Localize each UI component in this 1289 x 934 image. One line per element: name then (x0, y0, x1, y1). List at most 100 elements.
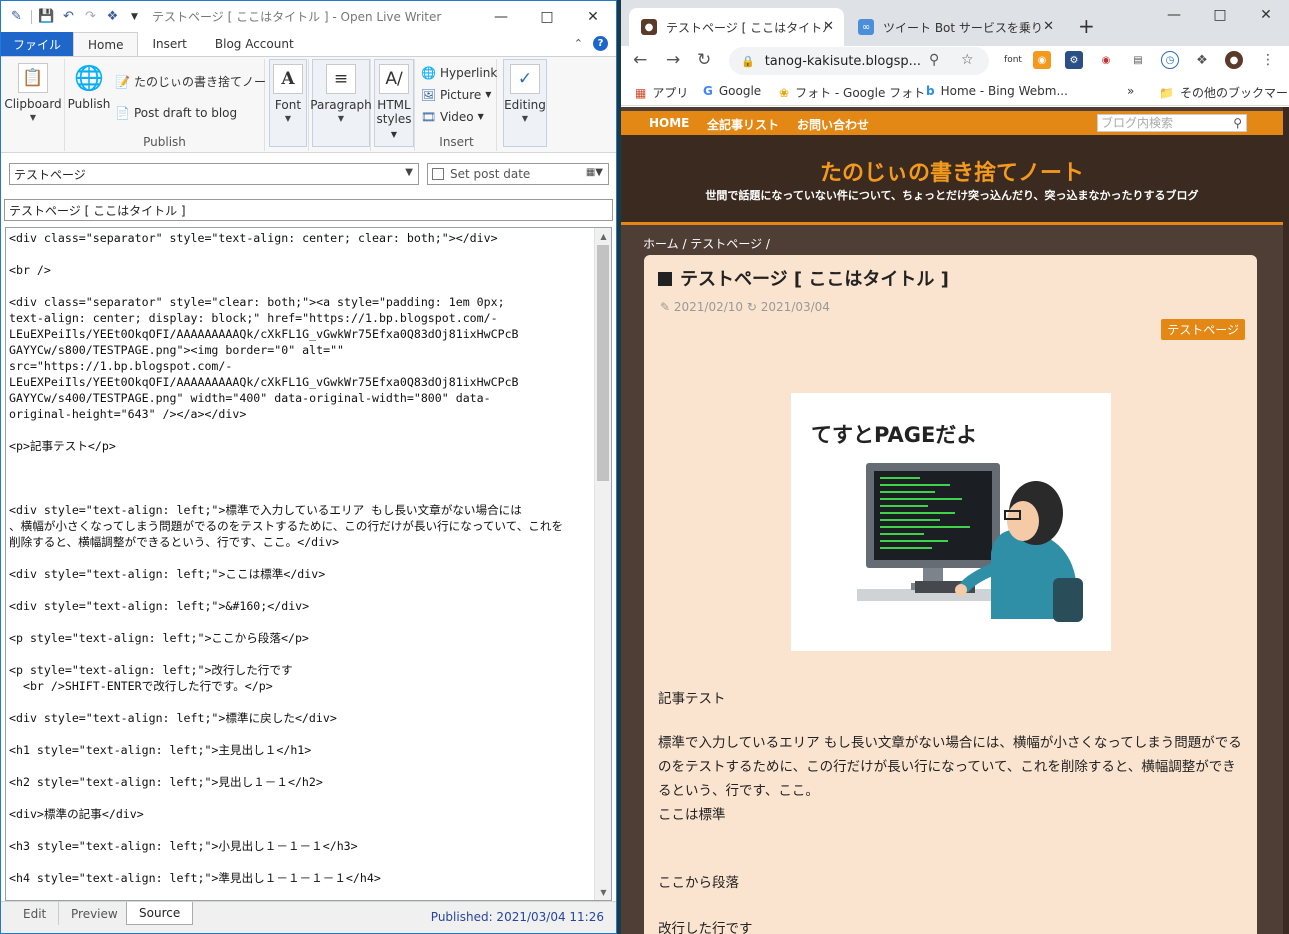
source-line[interactable]: <div class="separator" style="clear: bot… (9, 294, 594, 310)
breadcrumb[interactable]: ホーム / テストページ / (643, 235, 770, 252)
source-line[interactable] (9, 246, 594, 262)
profile-avatar-icon[interactable]: ● (1225, 51, 1243, 69)
maximize-icon[interactable]: □ (524, 1, 570, 32)
source-line[interactable] (9, 486, 594, 502)
post-draft-button[interactable]: 📄 Post draft to blog (115, 105, 237, 120)
publish-options-icon[interactable]: ❖ (105, 9, 120, 24)
video-button[interactable]: 🎞 Video ▼ (421, 109, 484, 124)
category-select[interactable]: テストページ ▼ (9, 163, 419, 185)
publish-button[interactable]: 🌐 Publish (68, 63, 111, 111)
source-line[interactable]: <br />SHIFT-ENTERで改行した行です。</p> (9, 678, 594, 694)
redo-icon[interactable]: ↷ (83, 9, 98, 24)
bookmark-google[interactable]: G Google (703, 84, 761, 98)
bookmark-other[interactable]: 📁 その他のブックマーク (1159, 84, 1289, 101)
source-line[interactable] (9, 726, 594, 742)
new-tab-icon[interactable]: + (1078, 14, 1095, 38)
set-post-date-checkbox[interactable] (432, 168, 444, 180)
source-line[interactable]: original-height="643" /></a></div> (9, 406, 594, 422)
source-line[interactable] (9, 694, 594, 710)
settings-extension-icon[interactable]: ⚙ (1065, 51, 1083, 69)
minimize-icon[interactable]: — (1151, 0, 1197, 30)
source-line[interactable]: <h3 style="text-align: left;">小見出し１－１－１<… (9, 838, 594, 854)
tab-insert[interactable]: Insert (138, 32, 200, 56)
close-icon[interactable]: ✕ (570, 1, 616, 32)
source-line[interactable] (9, 646, 594, 662)
bookmark-apps[interactable]: ▦ アプリ (635, 84, 688, 101)
bookmark-star-icon[interactable]: ☆ (961, 52, 974, 68)
bookmark-bing[interactable]: b Home - Bing Webm... (926, 84, 1068, 98)
source-line[interactable]: <div>標準の記事</div> (9, 806, 594, 822)
tab-file[interactable]: ファイル (1, 32, 74, 56)
close-icon[interactable]: ✕ (1243, 0, 1289, 30)
post-image[interactable]: てすとPAGEだよ (791, 393, 1111, 651)
source-editor[interactable]: <div class="separator" style="text-align… (5, 227, 612, 901)
source-scrollbar[interactable]: ▲ ▼ (594, 228, 611, 900)
source-line[interactable]: <p>記事テスト</p> (9, 438, 594, 454)
source-line[interactable] (9, 470, 594, 486)
blog-search-input[interactable]: ブログ内検索 ⚲ (1097, 114, 1247, 132)
source-line[interactable] (9, 614, 594, 630)
source-line[interactable]: <p style="text-align: left;">ここから段落</p> (9, 630, 594, 646)
paragraph-button[interactable]: ≡ Paragraph ▼ (310, 59, 372, 147)
source-line[interactable]: src="https://1.bp.blogspot.com/- (9, 358, 594, 374)
rss-extension-icon[interactable]: ◉ (1033, 51, 1051, 69)
minimize-icon[interactable]: — (478, 1, 524, 32)
source-line[interactable] (9, 550, 594, 566)
html-styles-button[interactable]: A∕ HTML styles ▼ (374, 59, 414, 147)
source-line[interactable]: <h4 style="text-align: left;">準見出し１－１－１－… (9, 870, 594, 886)
set-post-date-field[interactable]: Set post date ▦▼ (427, 163, 609, 185)
tab-blog-account[interactable]: Blog Account (201, 32, 308, 56)
zoom-icon[interactable]: ⚲ (929, 52, 939, 68)
scroll-up-icon[interactable]: ▲ (595, 228, 611, 244)
save-icon[interactable]: 💾 (38, 9, 54, 24)
address-bar[interactable]: 🔒 tanog-kakisute.blogsp... ⚲ ☆ (729, 47, 989, 75)
font-button[interactable]: A Font ▼ (269, 59, 307, 147)
url-text[interactable]: tanog-kakisute.blogsp... (765, 54, 925, 69)
source-line[interactable]: 削除すると、横幅調整ができるという、行です、ここ。</div> (9, 534, 594, 550)
menu-dots-icon[interactable]: ⋮ (1259, 51, 1277, 69)
tab-edit[interactable]: Edit (11, 902, 60, 925)
source-line[interactable] (9, 758, 594, 774)
source-text[interactable]: <div class="separator" style="text-align… (9, 230, 594, 886)
picture-button[interactable]: 🖼 Picture ▼ (421, 87, 492, 102)
editing-button[interactable]: ✓ Editing ▼ (503, 59, 547, 147)
tab-source[interactable]: Source (126, 902, 194, 925)
help-icon[interactable]: ? (593, 36, 608, 51)
calendar-icon[interactable]: ▦▼ (586, 167, 603, 178)
source-line[interactable]: <h2 style="text-align: left;">見出し１－１</h2… (9, 774, 594, 790)
source-line[interactable] (9, 822, 594, 838)
clipboard-button[interactable]: 📋 Clipboard ▼ (4, 63, 62, 122)
source-line[interactable]: LEuEXPeiIls/YEEt0OkqOFI/AAAAAAAAAQk/cXkF… (9, 326, 594, 342)
scroll-down-icon[interactable]: ▼ (595, 884, 611, 900)
nav-home-link[interactable]: HOME (649, 116, 689, 130)
back-icon[interactable]: ← (633, 50, 647, 70)
source-line[interactable] (9, 454, 594, 470)
post-title-input[interactable]: テストページ [ ここはタイトル ] (4, 199, 613, 221)
blog-title[interactable]: たのじぃの書き捨てノート (621, 155, 1283, 187)
source-line[interactable]: 、横幅が小さくなってしまう問題がでるのをテストするために、この行だけが長い行にな… (9, 518, 594, 534)
source-line[interactable]: <br /> (9, 262, 594, 278)
source-line[interactable]: <div style="text-align: left;">標準で入力している… (9, 502, 594, 518)
bookmarks-overflow-icon[interactable]: » (1127, 84, 1134, 98)
source-line[interactable] (9, 582, 594, 598)
source-line[interactable]: GAYYCw/s800/TESTPAGE.png"><img border="0… (9, 342, 594, 358)
search-icon[interactable]: ⚲ (1233, 115, 1242, 131)
bookmark-photos[interactable]: ❀ フォト - Google フォト (779, 84, 925, 101)
tab-home[interactable]: Home (73, 32, 139, 56)
maximize-icon[interactable]: □ (1197, 0, 1243, 30)
nav-contact-link[interactable]: お問い合わせ (797, 116, 869, 133)
clock-extension-icon[interactable]: ◷ (1161, 51, 1179, 69)
browser-tab-active[interactable]: ● テストページ [ ここはタイトル ]-たの ✕ (629, 8, 844, 46)
source-line[interactable]: LEuEXPeiIls/YEEt0OkqOFI/AAAAAAAAAQk/cXkF… (9, 374, 594, 390)
blog-select-button[interactable]: 📝 たのじぃの書き捨てノート ▼ (115, 73, 288, 90)
source-line[interactable] (9, 422, 594, 438)
source-line[interactable]: <div style="text-align: left;">ここは標準</di… (9, 566, 594, 582)
post-label-badge[interactable]: テストページ (1161, 319, 1245, 340)
source-line[interactable]: <div style="text-align: left;">標準に戻した</d… (9, 710, 594, 726)
screen-extension-icon[interactable]: ◉ (1097, 51, 1115, 69)
collapse-ribbon-icon[interactable]: ⌃ (574, 37, 583, 50)
source-line[interactable]: <p style="text-align: left;">改行した行です (9, 662, 594, 678)
source-line[interactable] (9, 278, 594, 294)
customize-qa-icon[interactable]: ▼ (127, 9, 142, 24)
close-tab-icon[interactable]: ✕ (823, 19, 834, 34)
